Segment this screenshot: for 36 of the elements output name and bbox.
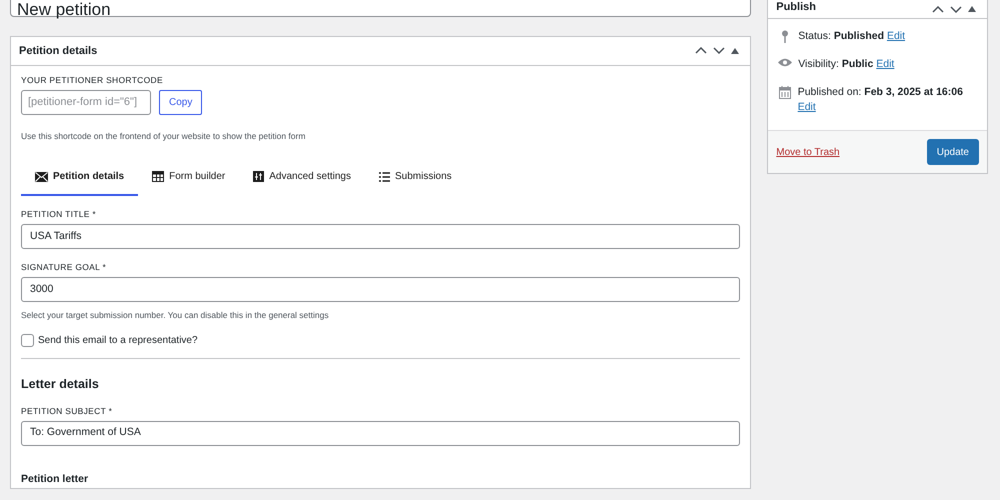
section-heading: Letter details (21, 376, 100, 393)
tab[interactable]: Advanced settings (239, 159, 365, 196)
calendar-icon (778, 86, 792, 98)
input-field[interactable]: 3000 (21, 277, 740, 302)
section-subheading: Petition letter (21, 472, 90, 487)
title-field[interactable]: New petition (10, 0, 752, 17)
tab[interactable]: Submissions (364, 159, 466, 196)
field-label: PETITION SUBJECT * (21, 406, 114, 416)
checkbox[interactable] (21, 334, 34, 347)
panel-title: Petition details (19, 44, 98, 59)
tab[interactable]: Petition details (21, 159, 138, 196)
edit-link[interactable]: Edit (876, 58, 894, 70)
envelope-icon (35, 172, 48, 182)
sliders-icon (253, 171, 264, 182)
collapse-icon[interactable] (965, 4, 979, 15)
trash-link[interactable]: Move to Trash (776, 144, 840, 160)
field-label: PETITION TITLE * (21, 209, 98, 219)
help-text: Use this shortcode on the frontend of your website to show the petition form (21, 131, 306, 142)
update-button[interactable]: Update (926, 139, 979, 165)
input-field[interactable]: To: Government of USA (21, 420, 740, 446)
eye-icon (778, 58, 792, 67)
publish-info: Published on: Feb 3, 2025 at 16:06 Edit (798, 84, 964, 116)
checkbox-label[interactable]: Send this email to a representative? (38, 333, 198, 348)
shortcode-label: YOUR PETITIONER SHORTCODE (21, 75, 164, 85)
edit-link[interactable]: Edit (798, 101, 816, 114)
help-text: Select your target submission number. You can disable this in the general settings (21, 310, 330, 321)
table-icon (152, 171, 164, 182)
input-field[interactable]: USA Tariffs (21, 224, 740, 249)
field-label: SIGNATURE GOAL * (21, 262, 108, 272)
tab[interactable]: Form builder (138, 159, 240, 196)
publish-info: Status: Published Edit (798, 29, 906, 44)
panel-title: Publish (776, 0, 817, 14)
edit-link[interactable]: Edit (886, 30, 906, 42)
copy-button[interactable]: Copy (159, 90, 202, 115)
list-icon (378, 172, 390, 182)
publish-info: Visibility: Public Edit (798, 56, 894, 72)
